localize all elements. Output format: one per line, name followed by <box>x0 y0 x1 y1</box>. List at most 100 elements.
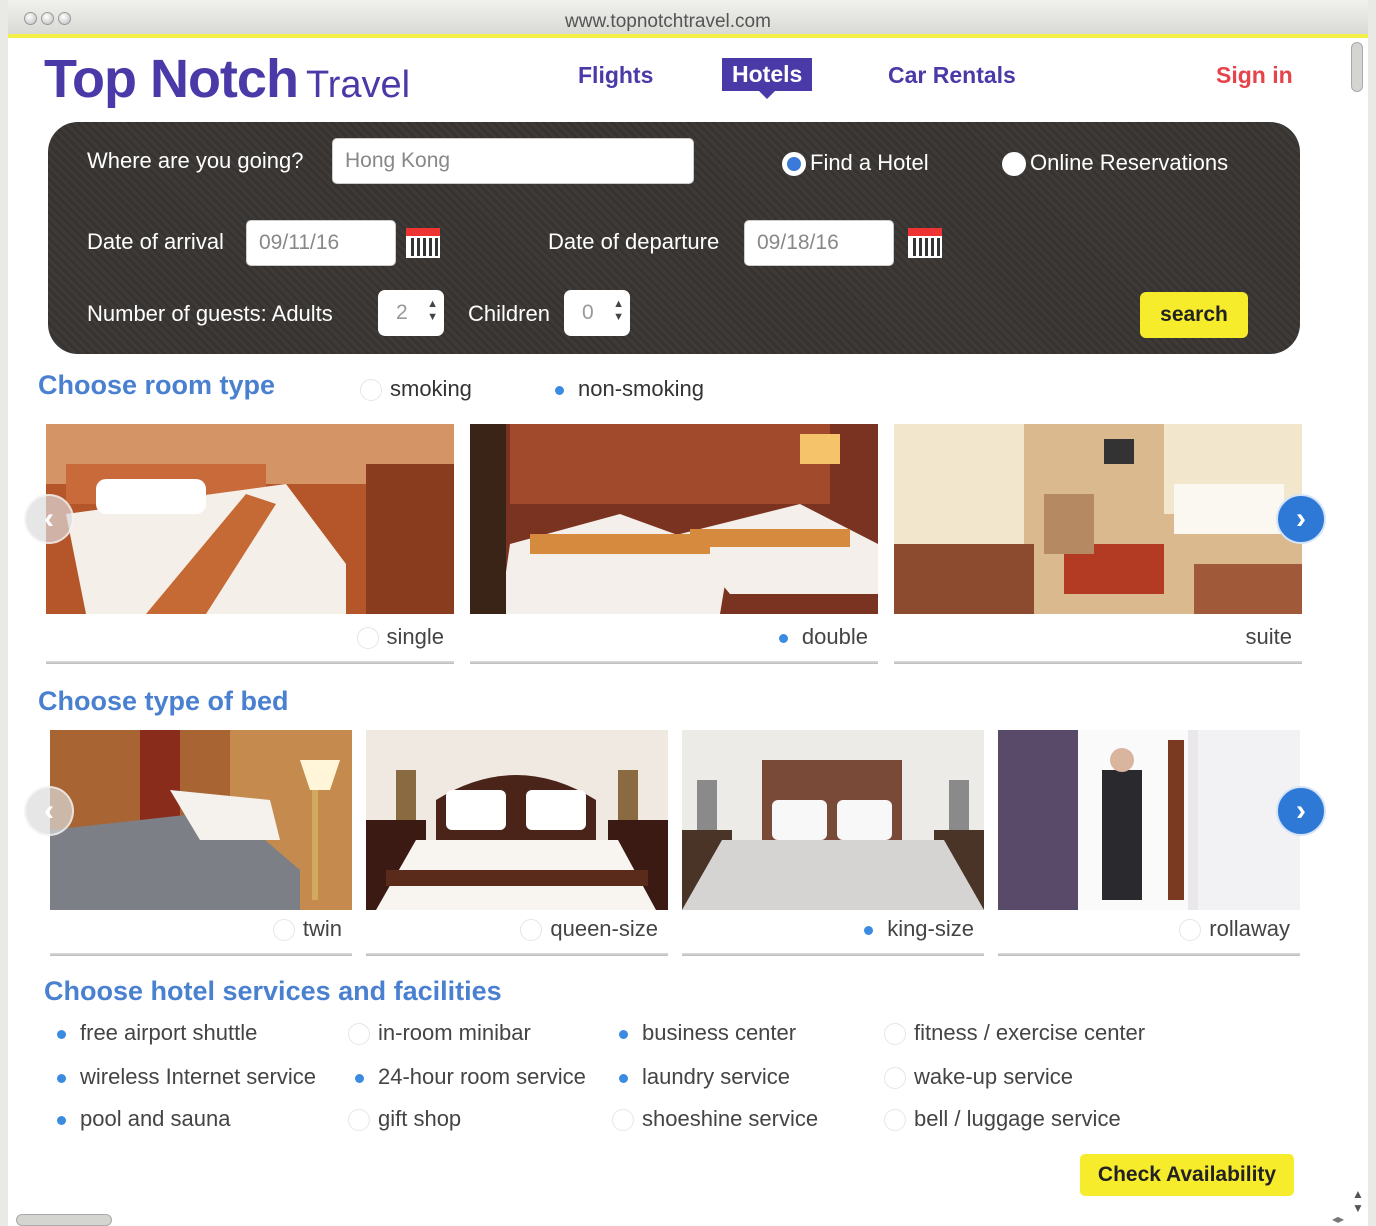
room-type-heading: Choose room type <box>38 370 276 400</box>
checkbox-service[interactable] <box>612 1109 634 1132</box>
horizontal-scroll-arrows-icon[interactable]: ◂▸ <box>1332 1212 1344 1226</box>
search-panel: Where are you going? Hong Kong Find a Ho… <box>48 122 1300 354</box>
address-bar[interactable]: www.topnotchtravel.com <box>8 11 1328 33</box>
checkbox-service[interactable] <box>884 1023 906 1046</box>
nav-hotels[interactable]: Hotels <box>722 58 813 99</box>
card-divider <box>998 953 1300 956</box>
bed-photo-king <box>682 730 984 910</box>
browser-titlebar: www.topnotchtravel.com <box>8 0 1368 38</box>
bed-caption[interactable]: rollaway <box>1179 916 1290 942</box>
service-option[interactable]: fitness / exercise center <box>884 1020 1145 1046</box>
service-option[interactable]: business center <box>612 1020 796 1046</box>
bed-card-king[interactable]: king-size <box>682 730 984 956</box>
checkbox-service[interactable] <box>50 1067 72 1089</box>
calendar-icon[interactable] <box>406 228 440 258</box>
option-non-smoking[interactable]: non-smoking <box>548 376 704 402</box>
bed-caption[interactable]: twin <box>272 916 342 942</box>
vertical-scroll-thumb[interactable] <box>1351 42 1363 92</box>
mode-online-reservations[interactable]: Online Reservations <box>1002 150 1228 177</box>
vertical-scrollbar[interactable]: ▲ ▼ <box>1350 40 1364 1215</box>
destination-label: Where are you going? <box>87 148 304 173</box>
radio-find-hotel[interactable] <box>782 152 806 177</box>
card-divider <box>46 661 454 664</box>
nav-flights[interactable]: Flights <box>578 62 653 89</box>
bed-photo-twin <box>50 730 352 910</box>
radio-bed-rollaway[interactable] <box>1179 919 1202 942</box>
checkbox-service[interactable] <box>884 1109 906 1132</box>
service-option[interactable]: laundry service <box>612 1064 790 1090</box>
card-divider <box>470 661 878 664</box>
radio-room-double[interactable] <box>772 627 794 649</box>
bed-card-rollaway[interactable]: rollaway <box>998 730 1300 956</box>
children-label: Children <box>468 301 550 326</box>
arrival-date-input[interactable]: 09/11/16 <box>246 220 396 266</box>
bed-card-twin[interactable]: twin <box>50 730 352 956</box>
service-option[interactable]: pool and sauna <box>50 1106 230 1132</box>
site-logo[interactable]: Top Notch Travel <box>44 48 410 110</box>
service-option[interactable]: bell / luggage service <box>884 1106 1121 1132</box>
checkbox-service[interactable] <box>612 1023 634 1045</box>
browser-window: www.topnotchtravel.com Top Notch Travel F… <box>8 0 1368 1226</box>
service-option[interactable]: wake-up service <box>884 1064 1073 1090</box>
radio-non-smoking[interactable] <box>548 379 570 401</box>
card-divider <box>366 953 668 956</box>
option-smoking[interactable]: smoking <box>360 376 472 402</box>
card-divider <box>50 953 352 956</box>
checkbox-service[interactable] <box>884 1067 906 1090</box>
calendar-icon[interactable] <box>908 228 942 258</box>
radio-bed-twin[interactable] <box>272 919 295 942</box>
radio-smoking[interactable] <box>360 379 382 402</box>
service-option[interactable]: gift shop <box>348 1106 461 1132</box>
bed-card-queen[interactable]: queen-size <box>366 730 668 956</box>
arrival-label: Date of arrival <box>87 229 224 254</box>
adults-stepper[interactable]: 2 ▲ ▼ <box>378 290 444 336</box>
room-card-suite[interactable]: suite <box>894 424 1302 664</box>
checkbox-service[interactable] <box>348 1109 370 1132</box>
card-divider <box>894 661 1302 664</box>
departure-date-input[interactable]: 09/18/16 <box>744 220 894 266</box>
radio-bed-king[interactable] <box>857 919 879 941</box>
checkbox-service[interactable] <box>50 1023 72 1045</box>
chevron-right-icon[interactable]: › <box>1276 786 1326 836</box>
room-photo-single <box>46 424 454 614</box>
service-option[interactable]: 24-hour room service <box>348 1064 586 1090</box>
room-caption[interactable]: single <box>356 624 444 650</box>
service-option[interactable]: in-room minibar <box>348 1020 531 1046</box>
chevron-left-icon[interactable]: ‹ <box>24 494 74 544</box>
service-option[interactable]: free airport shuttle <box>50 1020 257 1046</box>
stepper-arrows-icon[interactable]: ▲ ▼ <box>613 298 624 324</box>
bed-type-heading: Choose type of bed <box>38 686 289 716</box>
radio-room-single[interactable] <box>356 627 379 650</box>
sign-in-link[interactable]: Sign in <box>1216 62 1293 89</box>
service-option[interactable]: shoeshine service <box>612 1106 818 1132</box>
service-option[interactable]: wireless Internet service <box>50 1064 316 1090</box>
room-photo-suite <box>894 424 1302 614</box>
bed-caption[interactable]: queen-size <box>520 916 658 942</box>
check-availability-button[interactable]: Check Availability <box>1080 1154 1294 1196</box>
stepper-arrows-icon[interactable]: ▲ ▼ <box>427 298 438 324</box>
room-card-single[interactable]: single <box>46 424 454 664</box>
bed-photo-queen <box>366 730 668 910</box>
checkbox-service[interactable] <box>348 1023 370 1046</box>
nav-car-rentals[interactable]: Car Rentals <box>888 62 1016 89</box>
mode-find-hotel[interactable]: Find a Hotel <box>782 150 929 177</box>
checkbox-service[interactable] <box>50 1109 72 1131</box>
destination-input[interactable]: Hong Kong <box>332 138 694 184</box>
bed-photo-rollaway <box>998 730 1300 910</box>
room-caption[interactable]: double <box>772 624 868 650</box>
search-button[interactable]: search <box>1140 292 1248 338</box>
chevron-right-icon[interactable]: › <box>1276 494 1326 544</box>
chevron-left-icon[interactable]: ‹ <box>24 786 74 836</box>
checkbox-service[interactable] <box>348 1067 370 1089</box>
room-photo-double <box>470 424 878 614</box>
room-caption[interactable]: suite <box>1246 624 1292 650</box>
horizontal-scrollbar[interactable] <box>16 1214 112 1226</box>
room-card-double[interactable]: double <box>470 424 878 664</box>
bed-caption[interactable]: king-size <box>857 916 974 942</box>
children-stepper[interactable]: 0 ▲ ▼ <box>564 290 630 336</box>
checkbox-service[interactable] <box>612 1067 634 1089</box>
radio-online-reservations[interactable] <box>1002 152 1026 177</box>
scroll-arrows-icon[interactable]: ▲ ▼ <box>1352 1187 1364 1215</box>
radio-bed-queen[interactable] <box>520 919 543 942</box>
card-divider <box>682 953 984 956</box>
